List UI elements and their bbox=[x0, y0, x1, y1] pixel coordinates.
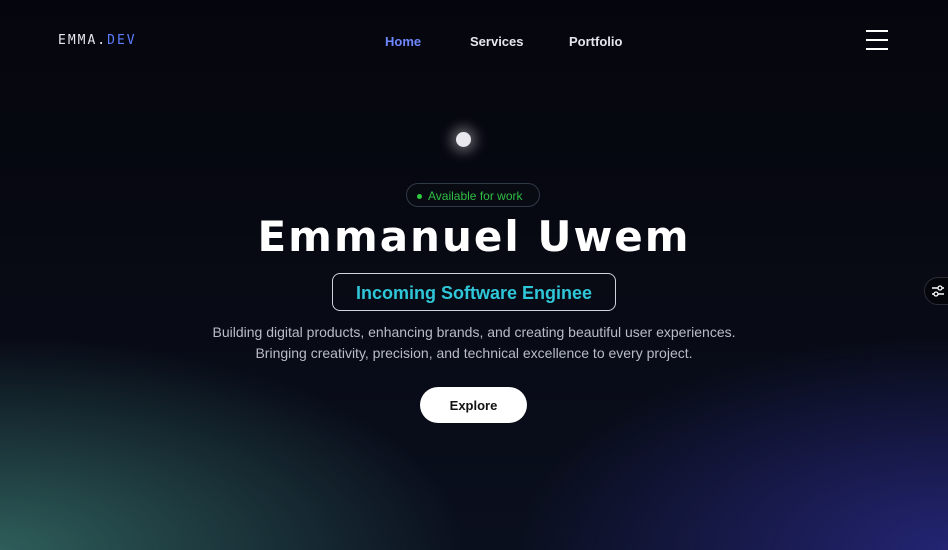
nav-link-home[interactable]: Home bbox=[385, 34, 421, 49]
hero-description-line-1: Building digital products, enhancing bra… bbox=[212, 324, 736, 340]
logo-main-text: EMMA. bbox=[58, 33, 108, 48]
status-dot-icon bbox=[417, 194, 422, 199]
site-logo[interactable]: EMMA.DEV bbox=[58, 33, 137, 48]
settings-sliders-icon[interactable] bbox=[924, 277, 948, 305]
glowing-orb bbox=[456, 132, 471, 147]
hero-description-line-2: Bringing creativity, precision, and tech… bbox=[255, 345, 693, 361]
logo-accent-text: DEV bbox=[107, 33, 137, 48]
role-box: Incoming Software Enginee bbox=[332, 273, 616, 311]
hamburger-menu-icon[interactable] bbox=[866, 30, 888, 50]
hero-name: Emmanuel Uwem bbox=[257, 212, 691, 261]
top-navigation: EMMA.DEV Home Services Portfolio bbox=[0, 0, 948, 82]
explore-button[interactable]: Explore bbox=[420, 387, 527, 423]
availability-text: Available for work bbox=[428, 189, 523, 203]
nav-link-portfolio[interactable]: Portfolio bbox=[569, 34, 622, 49]
role-text: Incoming Software Enginee bbox=[355, 283, 593, 303]
availability-badge: Available for work bbox=[406, 183, 540, 207]
nav-link-services[interactable]: Services bbox=[470, 34, 524, 49]
